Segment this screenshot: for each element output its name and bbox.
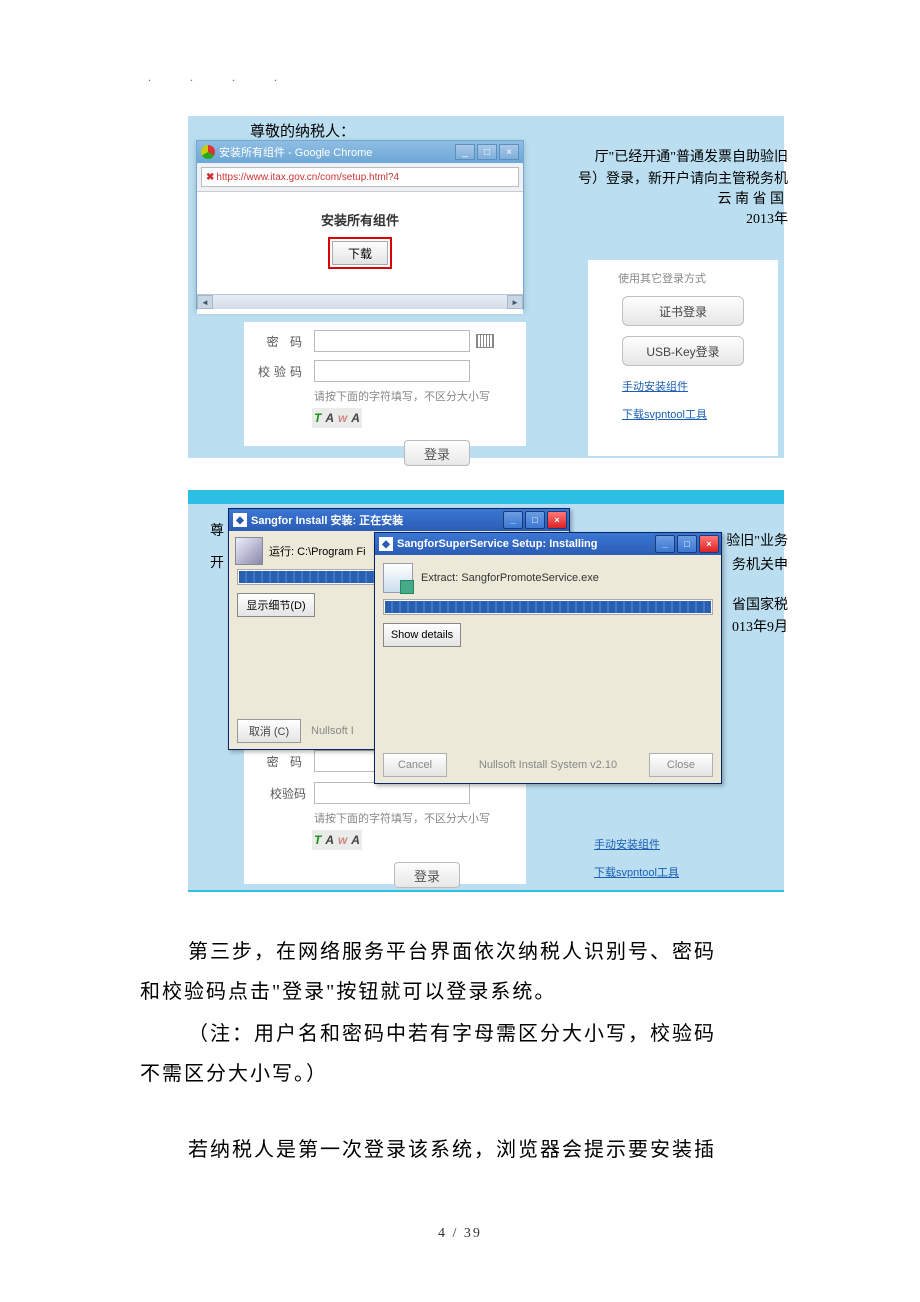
right-links-panel-2: 手动安装组件 下载svpntool工具 bbox=[588, 824, 768, 880]
nullsoft-text-2: Nullsoft Install System v2.10 bbox=[479, 759, 617, 771]
usb-key-login-button[interactable]: USB-Key登录 bbox=[622, 336, 744, 366]
login-button[interactable]: 登录 bbox=[404, 440, 470, 466]
password-label: 密 码 bbox=[244, 333, 314, 350]
address-bar[interactable]: ✖ https://www.itax.gov.cn/com/setup.html… bbox=[201, 167, 519, 187]
bg-right-3: 省国家税 bbox=[732, 594, 788, 614]
svpntool-download-link-2[interactable]: 下载svpntool工具 bbox=[594, 864, 768, 880]
bg-char-1: 尊 bbox=[210, 520, 224, 540]
installer1-close[interactable]: × bbox=[547, 511, 567, 529]
login-form-1: 密 码 校验码 请按下面的字符填写，不区分大小写 T A w A 登录 bbox=[244, 322, 526, 446]
svpntool-download-link[interactable]: 下载svpntool工具 bbox=[622, 406, 778, 422]
paragraph-step3: 第三步，在网络服务平台界面依次纳税人识别号、密码 和校验码点击"登录"按钮就可以… bbox=[140, 932, 800, 1012]
scroll-right-arrow[interactable]: ► bbox=[507, 295, 523, 309]
chrome-popup-window: 安装所有组件 - Google Chrome _ □ × ✖ https://w… bbox=[196, 140, 524, 310]
show-details-en-button[interactable]: Show details bbox=[383, 623, 461, 647]
nullsoft-text-1: Nullsoft I bbox=[311, 725, 354, 737]
url-text: https://www.itax.gov.cn/com/setup.html?4 bbox=[216, 172, 399, 183]
bg-text-4: 2013年 bbox=[746, 208, 788, 228]
bg-text-1: 厅"已经开通"普通发票自助验旧 bbox=[595, 146, 788, 166]
cancel-cn-button[interactable]: 取消 (C) bbox=[237, 719, 301, 743]
alt-login-title: 使用其它登录方式 bbox=[618, 270, 778, 286]
installer1-minimize[interactable]: _ bbox=[503, 511, 523, 529]
captcha-image[interactable]: T A w A bbox=[312, 408, 362, 428]
bg-char-2: 开 bbox=[210, 552, 224, 572]
installer2-progress bbox=[383, 599, 713, 615]
extract-text: Extract: SangforPromoteService.exe bbox=[421, 572, 599, 584]
screenshot-1: 尊敬的纳税人： 厅"已经开通"普通发票自助验旧 号）登录，新开户请向主管税务机 … bbox=[188, 116, 784, 458]
cert-login-button[interactable]: 证书登录 bbox=[622, 296, 744, 326]
paragraph-first-login: 若纳税人是第一次登录该系统，浏览器会提示要安装插 bbox=[140, 1130, 800, 1170]
alt-login-panel: 使用其它登录方式 证书登录 USB-Key登录 手动安装组件 下载svpntoo… bbox=[588, 260, 778, 456]
keyboard-icon[interactable] bbox=[476, 334, 494, 348]
manual-install-link[interactable]: 手动安装组件 bbox=[622, 378, 778, 394]
close-button[interactable]: × bbox=[499, 144, 519, 160]
installer2-title: SangforSuperService Setup: Installing bbox=[397, 538, 598, 550]
paragraph-note: （注：用户名和密码中若有字母需区分大小写，校验码 不需区分大小写。） bbox=[140, 1014, 800, 1094]
sangfor-superservice-window: ◆ SangforSuperService Setup: Installing … bbox=[374, 532, 722, 784]
installer-icon: ◆ bbox=[233, 513, 247, 527]
captcha-label: 校验码 bbox=[244, 363, 314, 380]
chrome-window-title: 安装所有组件 - Google Chrome bbox=[219, 144, 372, 160]
cancel-en-button[interactable]: Cancel bbox=[383, 753, 447, 777]
installer2-close[interactable]: × bbox=[699, 535, 719, 553]
captcha-input-2[interactable] bbox=[314, 782, 470, 804]
chrome-titlebar[interactable]: 安装所有组件 - Google Chrome _ □ × bbox=[197, 141, 523, 163]
greeting-text: 尊敬的纳税人： bbox=[250, 120, 355, 141]
highlighted-box: 下载 bbox=[328, 237, 392, 269]
bg-text-2: 号）登录，新开户请向主管税务机 bbox=[578, 168, 788, 188]
captcha-hint-2: 请按下面的字符填写，不区分大小写 bbox=[314, 810, 526, 826]
installer2-minimize[interactable]: _ bbox=[655, 535, 675, 553]
login-button-2[interactable]: 登录 bbox=[394, 862, 460, 888]
manual-install-link-2[interactable]: 手动安装组件 bbox=[594, 836, 768, 852]
screenshot-2: 尊 开 验旧"业务 务机关申 省国家税 013年9月 密 码 校验码 请按下面的… bbox=[188, 490, 784, 892]
scroll-left-arrow[interactable]: ◄ bbox=[197, 295, 213, 309]
popup-heading: 安装所有组件 bbox=[197, 210, 523, 229]
chrome-icon bbox=[201, 145, 215, 159]
run-icon bbox=[235, 537, 263, 565]
minimize-button[interactable]: _ bbox=[455, 144, 475, 160]
close-en-button[interactable]: Close bbox=[649, 753, 713, 777]
download-button[interactable]: 下载 bbox=[332, 241, 388, 265]
page-number: 4 / 39 bbox=[0, 1226, 920, 1242]
insecure-icon: ✖ bbox=[206, 172, 214, 183]
installer1-titlebar[interactable]: ◆ Sangfor Install 安装: 正在安装 _ □ × bbox=[229, 509, 569, 531]
bg-right-4: 013年9月 bbox=[732, 616, 788, 636]
installer2-titlebar[interactable]: ◆ SangforSuperService Setup: Installing … bbox=[375, 533, 721, 555]
exe-icon bbox=[383, 563, 413, 593]
captcha-image-2[interactable]: T A w A bbox=[312, 830, 362, 850]
horizontal-scrollbar[interactable]: ◄ ► bbox=[197, 294, 523, 309]
captcha-label-2: 校验码 bbox=[244, 785, 314, 802]
maximize-button[interactable]: □ bbox=[477, 144, 497, 160]
installer2-icon: ◆ bbox=[379, 537, 393, 551]
captcha-input[interactable] bbox=[314, 360, 470, 382]
installer1-maximize[interactable]: □ bbox=[525, 511, 545, 529]
bg-right-2: 务机关申 bbox=[732, 554, 788, 574]
installer2-maximize[interactable]: □ bbox=[677, 535, 697, 553]
header-dots: . . . . bbox=[148, 70, 295, 85]
bg-right-1: 验旧"业务 bbox=[726, 530, 788, 550]
password-label-2: 密 码 bbox=[244, 753, 314, 770]
installer1-title: Sangfor Install 安装: 正在安装 bbox=[251, 512, 403, 528]
bg-text-3: 云 南 省 国 bbox=[718, 188, 785, 208]
password-input[interactable] bbox=[314, 330, 470, 352]
captcha-hint: 请按下面的字符填写，不区分大小写 bbox=[314, 388, 526, 404]
run-text: 运行: C:\Program Fi bbox=[269, 543, 366, 559]
show-details-cn-button[interactable]: 显示细节(D) bbox=[237, 593, 315, 617]
